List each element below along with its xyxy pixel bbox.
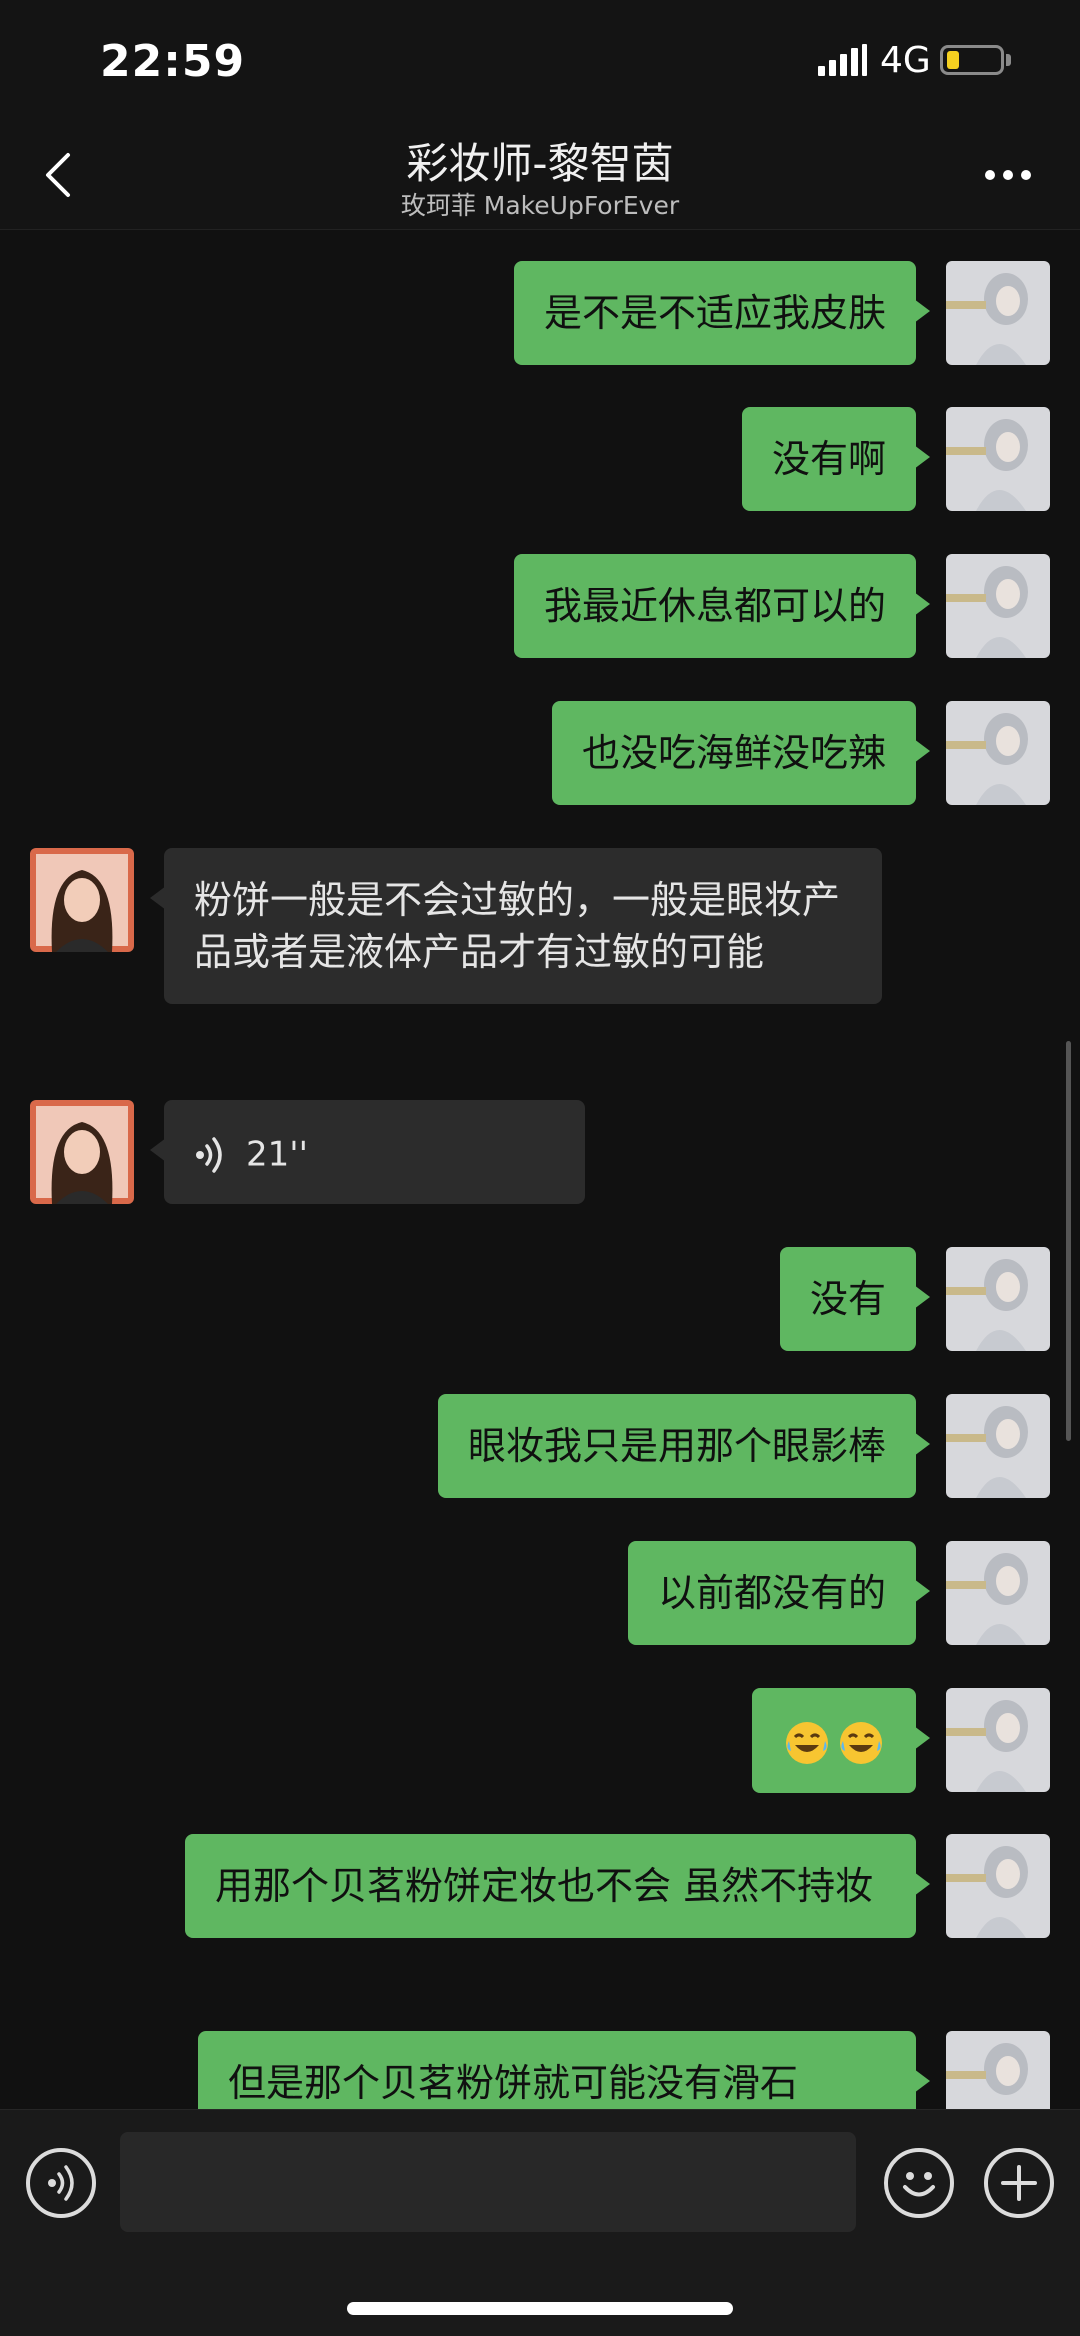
message-bubble[interactable]: 以前都没有的 <box>627 1541 931 1645</box>
my-avatar[interactable] <box>946 407 1050 511</box>
scrollbar[interactable] <box>1066 1041 1071 1441</box>
emoji-button[interactable] <box>884 2148 954 2218</box>
my-avatar[interactable] <box>946 1541 1050 1645</box>
smile-icon <box>903 2172 935 2197</box>
message-list[interactable]: 是不是不适应我皮肤 没有啊 我最近休息都可以的 也没吃海鲜没吃辣 粉饼一般是不会… <box>0 231 1080 2109</box>
message-bubble[interactable]: 用那个贝茗粉饼定妆也不会 虽然不持妆 <box>185 1834 930 1938</box>
battery-tip <box>1006 54 1011 66</box>
nav-bar: 彩妆师-黎智茵 玫珂菲 MakeUpForEver <box>0 120 1080 230</box>
contact-avatar[interactable] <box>30 1100 134 1204</box>
my-avatar[interactable] <box>946 2031 1050 2109</box>
laugh-cry-emoji-icon <box>786 1721 828 1764</box>
signal-icon <box>818 44 868 76</box>
contact-avatar[interactable] <box>30 848 134 952</box>
message-bubble[interactable]: 没有 <box>779 1247 931 1351</box>
my-avatar[interactable] <box>946 1247 1050 1351</box>
my-avatar[interactable] <box>946 261 1050 365</box>
status-time: 22:59 <box>100 36 246 87</box>
message-input[interactable] <box>120 2132 856 2232</box>
message-bubble[interactable]: 是不是不适应我皮肤 <box>513 261 931 365</box>
message-bubble[interactable]: 眼妆我只是用那个眼影棒 <box>437 1394 931 1498</box>
battery-fill <box>947 51 959 69</box>
network-label: 4G <box>880 40 931 81</box>
my-avatar[interactable] <box>946 1394 1050 1498</box>
message-bubble[interactable]: 但是那个贝茗粉饼就可能没有滑石 <box>198 2031 930 2109</box>
more-options-icon[interactable] <box>985 170 1035 182</box>
message-bubble[interactable]: 我最近休息都可以的 <box>513 554 931 658</box>
plus-icon <box>1001 2165 1037 2201</box>
message-bubble[interactable]: 也没吃海鲜没吃辣 <box>551 701 931 805</box>
message-bubble[interactable]: 没有啊 <box>741 407 931 511</box>
laugh-cry-emoji-icon <box>840 1721 882 1764</box>
my-avatar[interactable] <box>946 1834 1050 1938</box>
battery-icon <box>940 45 1004 75</box>
voice-message-bubble[interactable]: 21'' <box>150 1100 585 1204</box>
voice-duration: 21'' <box>246 1134 308 1175</box>
my-avatar[interactable] <box>946 554 1050 658</box>
status-bar: 22:59 4G <box>0 0 1080 120</box>
chat-title: 彩妆师-黎智茵 <box>406 139 674 188</box>
more-actions-button[interactable] <box>984 2148 1054 2218</box>
message-bubble[interactable]: 粉饼一般是不会过敏的，一般是眼妆产品或者是液体产品才有过敏的可能 <box>150 848 882 1004</box>
emoji-message-bubble[interactable] <box>752 1688 930 1793</box>
home-indicator[interactable] <box>347 2302 733 2315</box>
voice-wave-icon <box>48 2165 74 2201</box>
voice-input-toggle[interactable] <box>26 2148 96 2218</box>
my-avatar[interactable] <box>946 701 1050 805</box>
my-avatar[interactable] <box>946 1688 1050 1792</box>
chat-subtitle: 玫珂菲 MakeUpForEver <box>400 191 680 220</box>
voice-wave-icon <box>196 1136 222 1173</box>
